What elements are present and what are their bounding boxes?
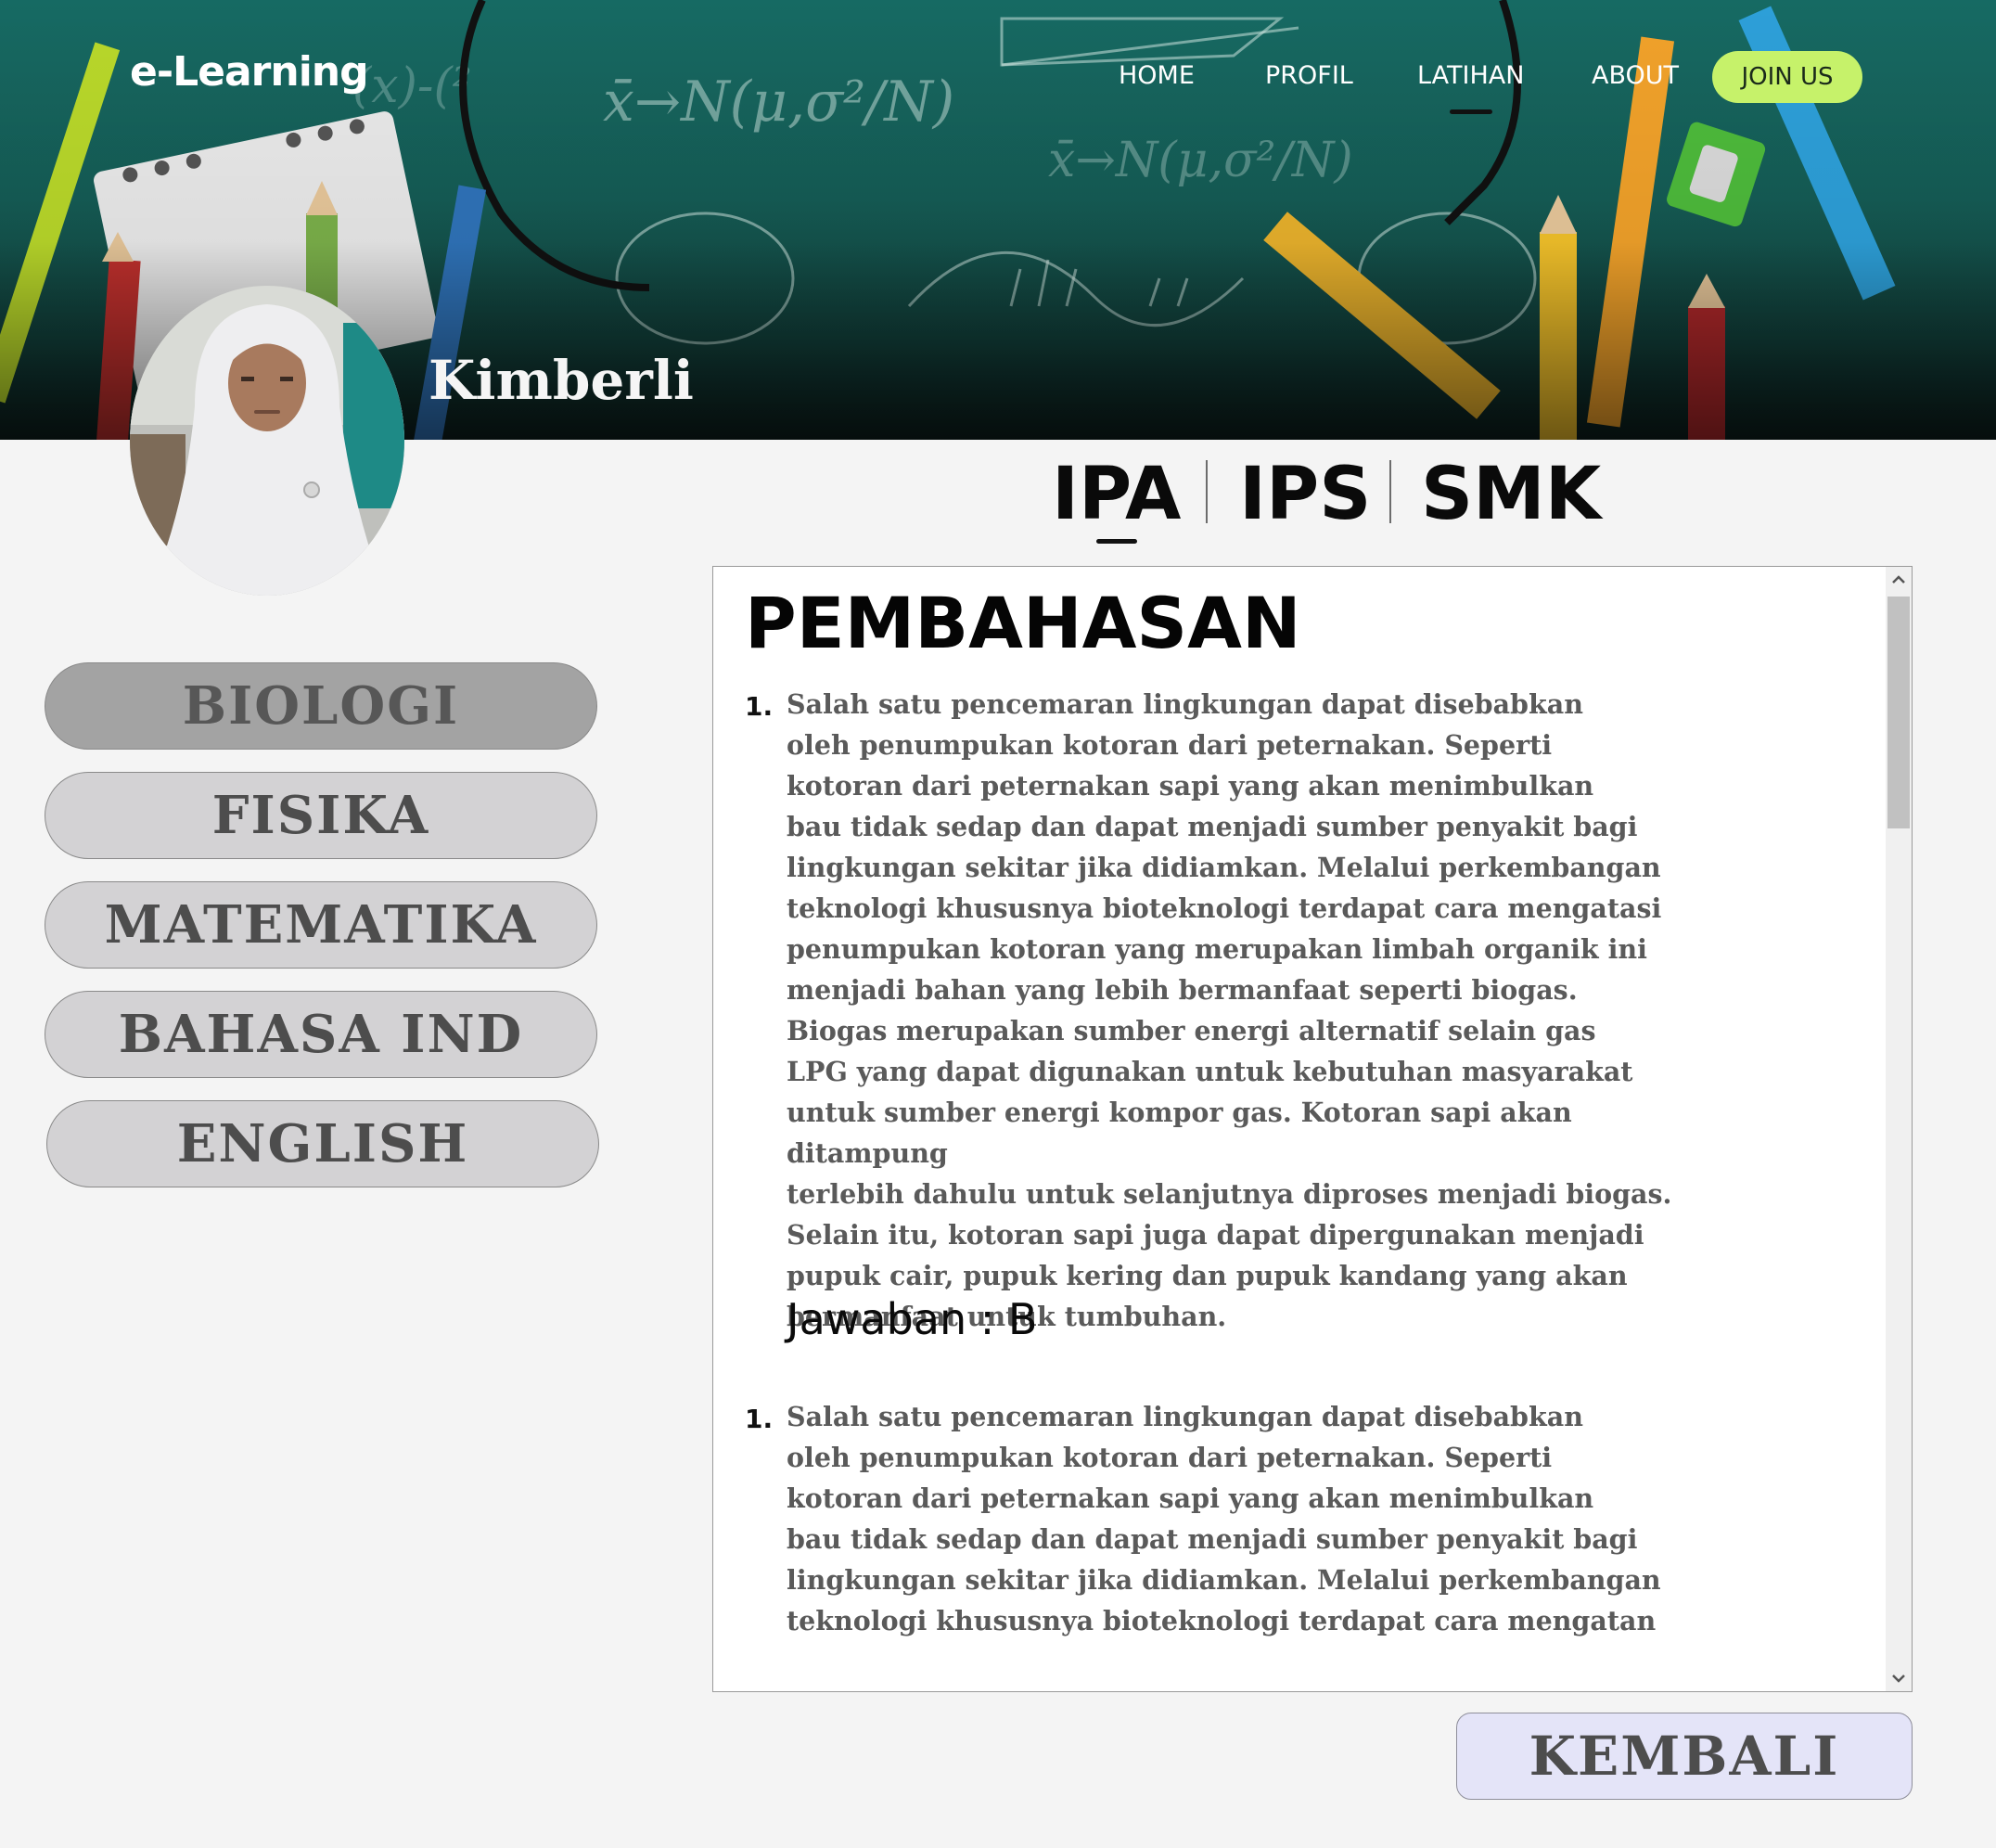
scroll-down-icon[interactable] <box>1886 1665 1912 1691</box>
avatar <box>130 286 404 596</box>
join-us-button[interactable]: JOIN US <box>1712 51 1862 103</box>
main-nav: HOME PROFIL LATIHAN ABOUT <box>0 48 1996 114</box>
sidebar-item-matematika[interactable]: MATEMATIKA <box>45 881 597 969</box>
vertical-scrollbar[interactable] <box>1886 567 1912 1691</box>
question-text: Salah satu pencemaran lingkungan dapat d… <box>787 688 1672 1332</box>
tab-ips[interactable]: IPS <box>1239 453 1371 536</box>
profile-name: Kimberli <box>429 349 694 412</box>
question-number: 1. <box>745 691 774 722</box>
user-photo <box>130 286 404 596</box>
sidebar-item-english[interactable]: ENGLISH <box>46 1100 599 1187</box>
kembali-button[interactable]: KEMBALI <box>1456 1713 1913 1800</box>
nav-latihan[interactable]: LATIHAN <box>1417 61 1524 114</box>
page-title: PEMBAHASAN <box>745 582 1301 664</box>
sidebar-item-fisika[interactable]: FISIKA <box>45 772 597 859</box>
answer-text: Jawaban : B <box>787 1294 1038 1344</box>
nav-profil[interactable]: PROFIL <box>1265 61 1353 90</box>
subject-tabs: IPA IPS SMK <box>0 445 1996 547</box>
tab-ipa[interactable]: IPA <box>1052 453 1181 544</box>
question-text: Salah satu pencemaran lingkungan dapat d… <box>787 1401 1661 1636</box>
sidebar-item-bahasa-ind[interactable]: BAHASA IND <box>45 991 597 1078</box>
scroll-up-icon[interactable] <box>1886 567 1912 593</box>
tab-smk[interactable]: SMK <box>1421 453 1601 536</box>
tab-separator <box>1389 460 1391 523</box>
nav-home[interactable]: HOME <box>1119 61 1195 90</box>
discussion-panel[interactable]: PEMBAHASAN 1. Salah satu pencemaran ling… <box>712 566 1913 1692</box>
scroll-thumb[interactable] <box>1887 597 1910 828</box>
nav-about[interactable]: ABOUT <box>1592 61 1679 90</box>
tab-separator <box>1206 460 1208 523</box>
question-number: 1. <box>745 1404 774 1434</box>
sidebar-item-biologi[interactable]: BIOLOGI <box>45 662 597 750</box>
